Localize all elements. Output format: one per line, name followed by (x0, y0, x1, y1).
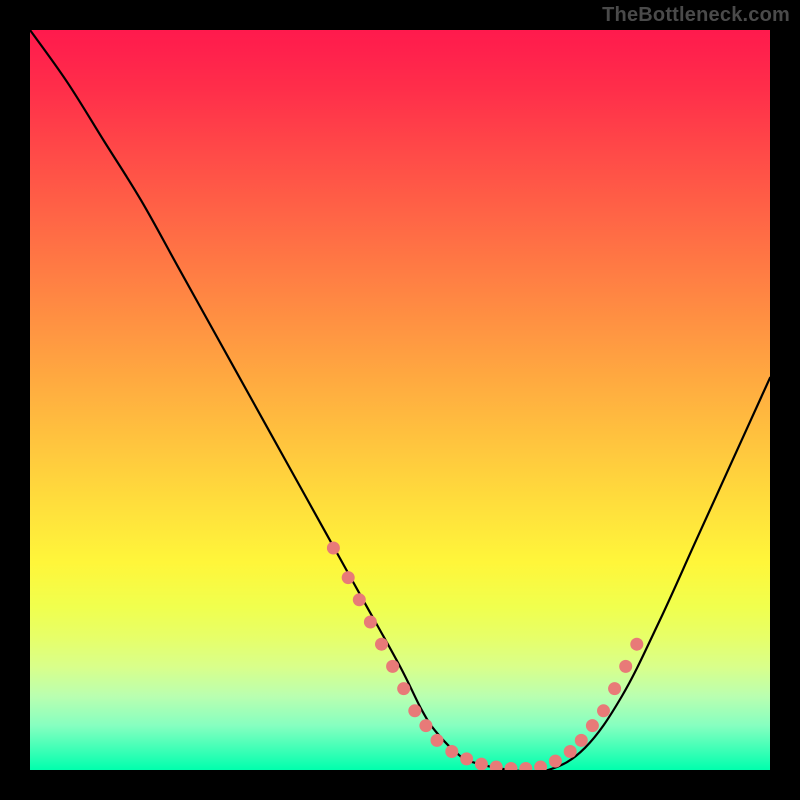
plot-area (30, 30, 770, 770)
highlight-dot (534, 761, 547, 770)
highlight-dot (342, 571, 355, 584)
highlight-dot (490, 761, 503, 770)
highlight-dot (549, 755, 562, 768)
highlight-dot (419, 719, 432, 732)
highlight-dot (445, 745, 458, 758)
highlight-dot (564, 745, 577, 758)
highlight-dot (386, 660, 399, 673)
highlight-dot (460, 752, 473, 765)
highlight-dot (586, 719, 599, 732)
watermark-text: TheBottleneck.com (602, 4, 790, 27)
highlight-dot (397, 682, 410, 695)
highlight-dot (408, 704, 421, 717)
highlight-dot (375, 638, 388, 651)
highlight-dot (353, 593, 366, 606)
highlight-dot (519, 762, 532, 770)
highlight-dot (327, 542, 340, 555)
highlight-dot (597, 704, 610, 717)
highlight-dot (475, 758, 488, 770)
bottleneck-curve (30, 30, 770, 770)
highlight-dot (630, 638, 643, 651)
highlight-dot (575, 734, 588, 747)
highlight-dot (608, 682, 621, 695)
highlight-dot (364, 616, 377, 629)
highlight-dot (619, 660, 632, 673)
highlight-dot (431, 734, 444, 747)
chart-svg (30, 30, 770, 770)
chart-frame: TheBottleneck.com (0, 0, 800, 800)
highlight-dot (505, 762, 518, 770)
